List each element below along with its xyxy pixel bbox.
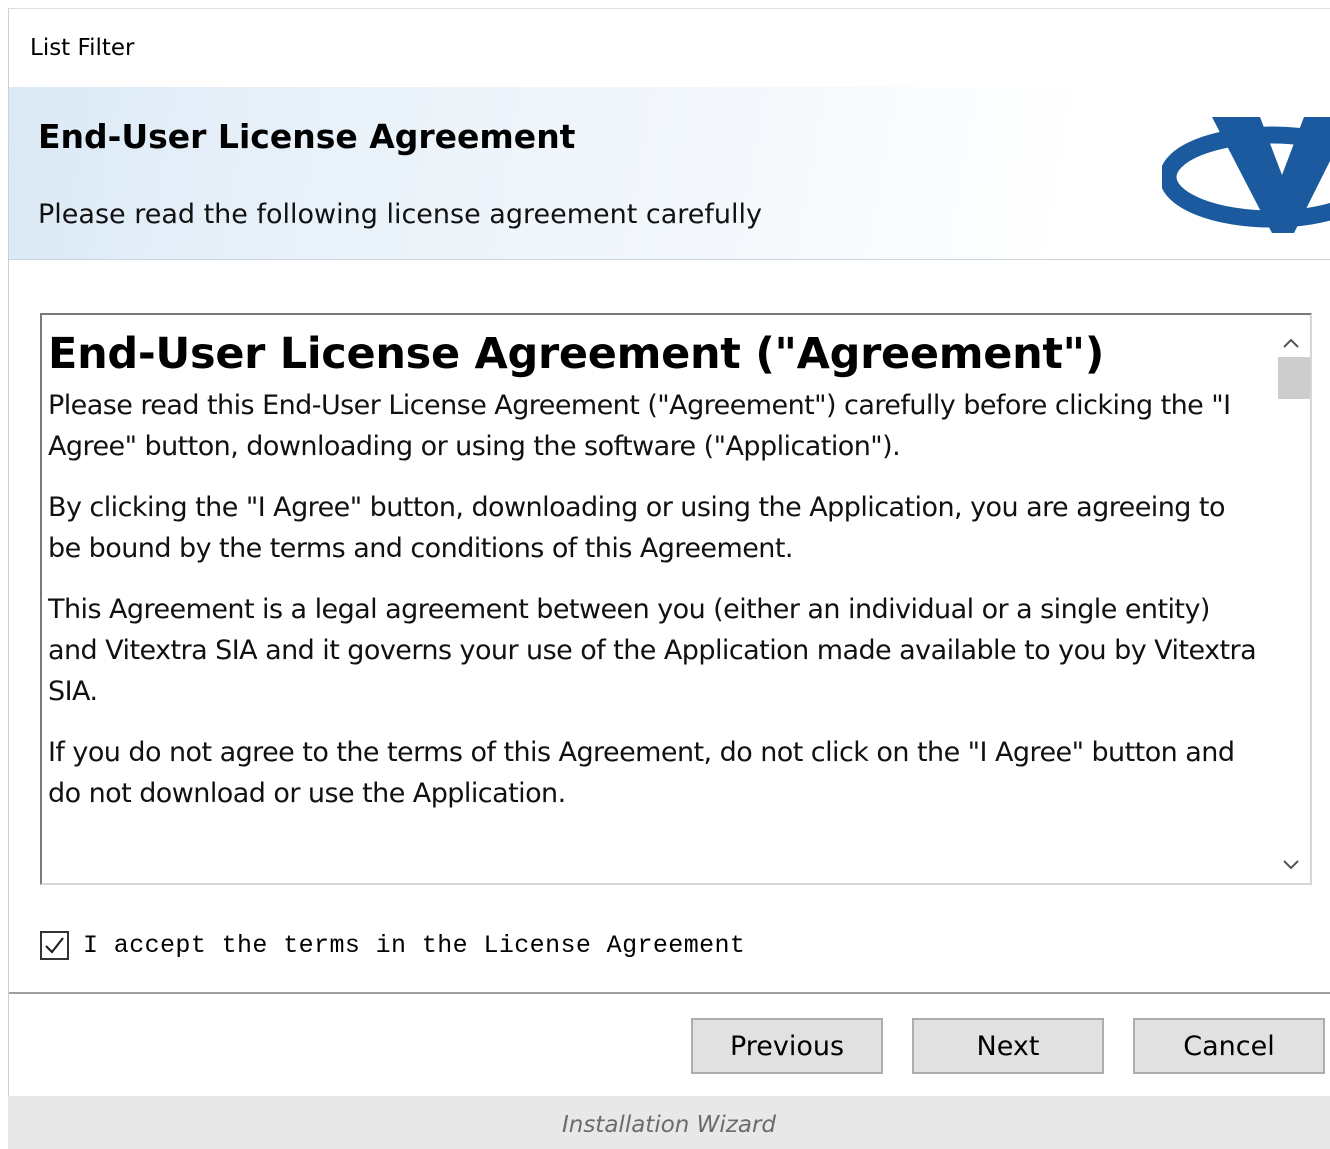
previous-button[interactable]: Previous bbox=[691, 1018, 883, 1074]
license-paragraph-1: Please read this End-User License Agreem… bbox=[48, 390, 1231, 462]
checkmark-icon bbox=[45, 936, 64, 954]
chevron-up-icon[interactable] bbox=[1272, 321, 1310, 361]
header-title: End-User License Agreement bbox=[38, 117, 576, 156]
caption-bar: Installation Wizard bbox=[8, 1096, 1330, 1149]
license-text-box[interactable]: End-User License Agreement ("Agreement")… bbox=[40, 313, 1312, 885]
installer-window: List Filter End-User License Agreement P… bbox=[8, 8, 1330, 1096]
license-paragraph-3: This Agreement is a legal agreement betw… bbox=[48, 594, 1257, 707]
header-subtitle: Please read the following license agreem… bbox=[38, 199, 762, 230]
accept-terms-row[interactable]: I accept the terms in the License Agreem… bbox=[40, 928, 745, 962]
wizard-header: End-User License Agreement Please read t… bbox=[9, 87, 1330, 260]
accept-terms-label[interactable]: I accept the terms in the License Agreem… bbox=[83, 931, 745, 960]
wizard-footer: Previous Next Cancel bbox=[9, 992, 1330, 1096]
license-heading: End-User License Agreement ("Agreement") bbox=[48, 329, 1105, 379]
license-paragraph-2: By clicking the "I Agree" button, downlo… bbox=[48, 492, 1225, 564]
content-area: End-User License Agreement ("Agreement")… bbox=[9, 260, 1330, 992]
image-caption: Installation Wizard bbox=[561, 1112, 777, 1138]
vertical-scrollbar[interactable] bbox=[1272, 315, 1310, 883]
license-paragraph-4: If you do not agree to the terms of this… bbox=[48, 737, 1235, 809]
title-bar: List Filter bbox=[9, 9, 1330, 87]
chevron-down-icon[interactable] bbox=[1272, 843, 1310, 883]
vitextra-v-logo-icon bbox=[1162, 115, 1330, 235]
window-title: List Filter bbox=[30, 35, 135, 61]
license-document: End-User License Agreement ("Agreement")… bbox=[48, 329, 1260, 834]
next-button[interactable]: Next bbox=[912, 1018, 1104, 1074]
accept-terms-checkbox[interactable] bbox=[40, 930, 69, 960]
scrollbar-thumb[interactable] bbox=[1278, 357, 1310, 399]
cancel-button[interactable]: Cancel bbox=[1133, 1018, 1325, 1074]
